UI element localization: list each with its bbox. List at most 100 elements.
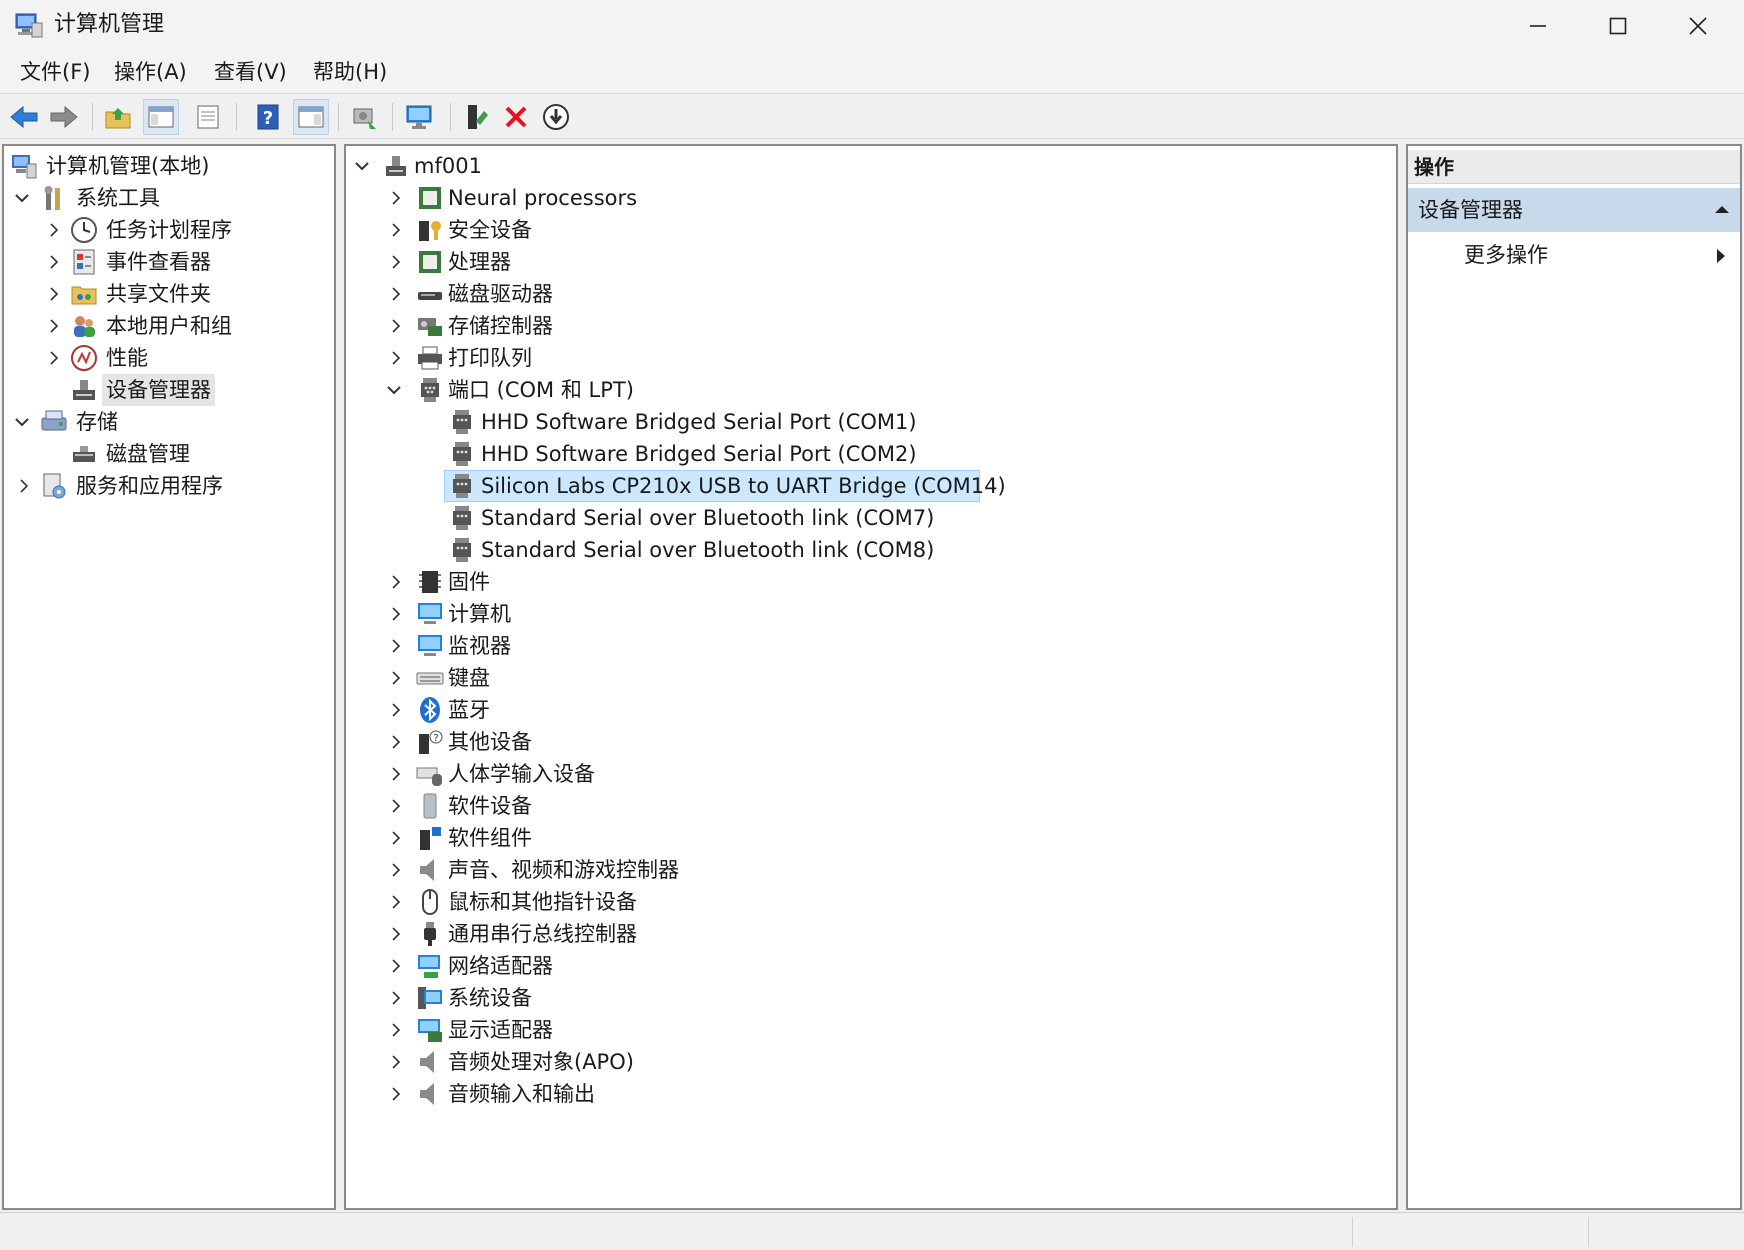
category-label: 计算机 (448, 602, 511, 626)
chevron-right-icon[interactable] (386, 758, 406, 790)
close-button[interactable] (1658, 0, 1738, 52)
category-label: 音频输入和输出 (448, 1082, 595, 1106)
category-ports[interactable]: 端口 (COM 和 LPT) (346, 374, 1396, 406)
tree-item-device-manager[interactable]: 设备管理器 (4, 374, 334, 406)
tree-item-local-users[interactable]: 本地用户和组 (4, 310, 334, 342)
chevron-right-icon[interactable] (44, 278, 64, 310)
chevron-right-icon[interactable] (386, 342, 406, 374)
show-action-pane-button[interactable] (293, 99, 329, 135)
menu-file[interactable]: 文件(F) (18, 57, 92, 87)
tree-item-root[interactable]: 计算机管理(本地) (4, 150, 334, 182)
actions-section-label: 设备管理器 (1418, 198, 1523, 222)
chevron-down-icon[interactable] (12, 182, 32, 214)
category-usb[interactable]: 通用串行总线控制器 (346, 918, 1396, 950)
forward-button[interactable] (46, 99, 82, 135)
device-port-com8[interactable]: Standard Serial over Bluetooth link (COM… (346, 534, 1396, 566)
category-hid[interactable]: 人体学输入设备 (346, 758, 1396, 790)
scan-hardware-button[interactable] (346, 99, 382, 135)
tree-item-storage[interactable]: 存储 (4, 406, 334, 438)
category-sound[interactable]: 声音、视频和游戏控制器 (346, 854, 1396, 886)
chevron-right-icon[interactable] (386, 310, 406, 342)
chevron-right-icon[interactable] (44, 246, 64, 278)
device-port-com2[interactable]: HHD Software Bridged Serial Port (COM2) (346, 438, 1396, 470)
help-button[interactable]: ? (250, 99, 286, 135)
maximize-button[interactable] (1578, 0, 1658, 52)
chevron-right-icon[interactable] (386, 1046, 406, 1078)
category-monitors[interactable]: 监视器 (346, 630, 1396, 662)
category-computer[interactable]: 计算机 (346, 598, 1396, 630)
chevron-down-icon[interactable] (12, 406, 32, 438)
chevron-right-icon[interactable] (386, 1078, 406, 1110)
chevron-right-icon[interactable] (386, 630, 406, 662)
category-security-devices[interactable]: 安全设备 (346, 214, 1396, 246)
chevron-down-icon[interactable] (384, 374, 404, 406)
chevron-right-icon[interactable] (386, 790, 406, 822)
chevron-right-icon[interactable] (386, 726, 406, 758)
minimize-button[interactable] (1498, 0, 1578, 52)
category-software-components[interactable]: 软件组件 (346, 822, 1396, 854)
tree-item-performance[interactable]: 性能 (4, 342, 334, 374)
chevron-right-icon[interactable] (44, 342, 64, 374)
tree-item-event-viewer[interactable]: 事件查看器 (4, 246, 334, 278)
category-software-devices[interactable]: 软件设备 (346, 790, 1396, 822)
chevron-right-icon[interactable] (386, 694, 406, 726)
device-port-com7[interactable]: Standard Serial over Bluetooth link (COM… (346, 502, 1396, 534)
chevron-down-icon[interactable] (352, 150, 372, 182)
category-bluetooth[interactable]: 蓝牙 (346, 694, 1396, 726)
category-network[interactable]: 网络适配器 (346, 950, 1396, 982)
device-root[interactable]: mf001 (346, 150, 1396, 182)
chevron-right-icon[interactable] (386, 950, 406, 982)
chevron-right-icon[interactable] (386, 598, 406, 630)
disable-button[interactable] (538, 99, 574, 135)
menu-action[interactable]: 操作(A) (112, 57, 189, 87)
tree-item-task-scheduler[interactable]: 任务计划程序 (4, 214, 334, 246)
category-firmware[interactable]: 固件 (346, 566, 1396, 598)
properties-button[interactable] (190, 99, 226, 135)
chevron-right-icon[interactable] (386, 982, 406, 1014)
more-actions-item[interactable]: 更多操作 (1408, 236, 1740, 274)
chevron-right-icon[interactable] (386, 566, 406, 598)
chevron-right-icon[interactable] (386, 662, 406, 694)
uninstall-button[interactable] (498, 99, 534, 135)
category-system-devices[interactable]: 系统设备 (346, 982, 1396, 1014)
category-print-queues[interactable]: 打印队列 (346, 342, 1396, 374)
chevron-right-icon[interactable] (44, 214, 64, 246)
chevron-right-icon[interactable] (386, 214, 406, 246)
show-tree-button[interactable] (143, 99, 179, 135)
category-apo[interactable]: 音频处理对象(APO) (346, 1046, 1396, 1078)
chevron-right-icon[interactable] (44, 310, 64, 342)
tree-item-shared-folders[interactable]: 共享文件夹 (4, 278, 334, 310)
menu-view[interactable]: 查看(V) (212, 57, 289, 87)
chevron-right-icon[interactable] (386, 854, 406, 886)
menu-help[interactable]: 帮助(H) (311, 57, 389, 87)
category-mice[interactable]: 鼠标和其他指针设备 (346, 886, 1396, 918)
category-audio-io[interactable]: 音频输入和输出 (346, 1078, 1396, 1110)
device-port-com1[interactable]: HHD Software Bridged Serial Port (COM1) (346, 406, 1396, 438)
chevron-right-icon[interactable] (14, 470, 34, 502)
tree-item-system-tools[interactable]: 系统工具 (4, 182, 334, 214)
mouse-icon (422, 889, 438, 915)
chevron-right-icon[interactable] (386, 886, 406, 918)
up-button[interactable] (100, 99, 136, 135)
chevron-right-icon[interactable] (386, 278, 406, 310)
device-port-com14[interactable]: Silicon Labs CP210x USB to UART Bridge (… (346, 470, 1396, 502)
category-disk-drives[interactable]: 磁盘驱动器 (346, 278, 1396, 310)
update-driver-button[interactable] (458, 99, 494, 135)
chevron-right-icon[interactable] (386, 182, 406, 214)
chevron-right-icon[interactable] (386, 246, 406, 278)
category-storage-controllers[interactable]: 存储控制器 (346, 310, 1396, 342)
chevron-right-icon[interactable] (386, 918, 406, 950)
back-button[interactable] (6, 99, 42, 135)
category-neural-processors[interactable]: Neural processors (346, 182, 1396, 214)
chevron-right-icon[interactable] (386, 1014, 406, 1046)
actions-section-device-manager[interactable]: 设备管理器 (1408, 188, 1740, 232)
category-keyboards[interactable]: 键盘 (346, 662, 1396, 694)
category-other-devices[interactable]: ? 其他设备 (346, 726, 1396, 758)
monitor-button[interactable] (402, 99, 438, 135)
tree-item-services[interactable]: 服务和应用程序 (4, 470, 334, 502)
chevron-right-icon[interactable] (386, 822, 406, 854)
tree-item-disk-management[interactable]: 磁盘管理 (4, 438, 334, 470)
collapse-up-icon[interactable] (1714, 204, 1730, 214)
category-processors[interactable]: 处理器 (346, 246, 1396, 278)
category-display-adapters[interactable]: 显示适配器 (346, 1014, 1396, 1046)
